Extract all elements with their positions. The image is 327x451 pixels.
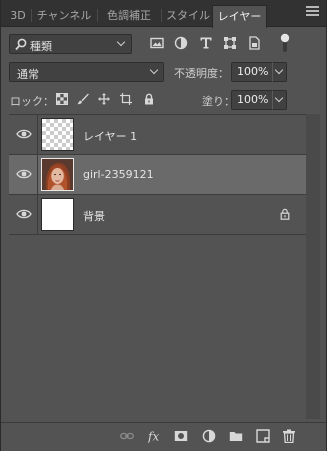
fill-slider-button[interactable]: [272, 90, 287, 110]
visibility-eye-icon[interactable]: [16, 208, 32, 220]
link-layers-icon[interactable]: [120, 429, 134, 443]
chevron-down-icon: [149, 65, 159, 75]
tab-styles[interactable]: スタイル: [163, 6, 213, 27]
delete-layer-icon[interactable]: [282, 429, 296, 443]
layer-row[interactable]: 背景: [9, 195, 306, 234]
layers-panel: 3D チャンネル 色調補正 スタイル レイヤー 種類 通常 不透明度： 100%…: [0, 0, 327, 451]
visibility-eye-icon[interactable]: [16, 128, 32, 140]
layer-name[interactable]: 背景: [83, 208, 105, 224]
divider: [9, 234, 306, 235]
panel-tab-bar: 3D チャンネル 色調補正 スタイル レイヤー: [1, 0, 326, 28]
layers-scrollbar[interactable]: [306, 114, 320, 419]
lock-transparent-pixels-icon[interactable]: [56, 93, 68, 105]
chevron-down-icon: [274, 65, 284, 75]
tab-layers[interactable]: レイヤー: [212, 5, 267, 28]
type-filter-icon[interactable]: [199, 36, 213, 50]
panel-menu-icon[interactable]: [306, 6, 319, 18]
lock-label: ロック：: [10, 95, 54, 108]
blend-mode-select[interactable]: 通常: [9, 62, 164, 82]
divider: [37, 195, 38, 234]
new-adjustment-layer-icon[interactable]: [202, 429, 216, 443]
layers-bottom-toolbar: [1, 422, 326, 451]
filter-toggle-switch[interactable]: [280, 33, 290, 53]
lock-image-pixels-icon[interactable]: [77, 93, 89, 105]
lock-position-icon[interactable]: [98, 93, 110, 105]
fill-input[interactable]: 100%: [231, 90, 273, 110]
new-layer-icon[interactable]: [256, 429, 270, 443]
tab-divider: [161, 9, 162, 22]
layer-row[interactable]: レイヤー 1: [9, 115, 306, 154]
tab-adjustments[interactable]: 色調補正: [100, 6, 158, 27]
shape-filter-icon[interactable]: [223, 36, 237, 50]
opacity-label: 不透明度：: [174, 67, 229, 80]
layer-lock-icon: [280, 208, 290, 220]
search-icon: [15, 38, 27, 51]
new-group-icon[interactable]: [229, 429, 243, 443]
tab-divider: [31, 9, 32, 22]
portrait-photo-thumbnail: [42, 159, 73, 190]
opacity-slider-button[interactable]: [272, 62, 287, 82]
lock-artboard-icon[interactable]: [120, 93, 132, 105]
add-mask-icon[interactable]: [174, 429, 188, 443]
layer-name[interactable]: girl-2359121: [83, 168, 154, 181]
tab-channels[interactable]: チャンネル: [33, 6, 95, 27]
opacity-input[interactable]: 100%: [231, 62, 273, 82]
adjustment-filter-icon[interactable]: [174, 36, 188, 50]
filter-kind-select[interactable]: 種類: [9, 34, 132, 54]
visibility-eye-icon[interactable]: [16, 168, 32, 180]
tab-divider: [97, 9, 98, 22]
pixel-filter-icon[interactable]: [150, 36, 164, 50]
fx-icon[interactable]: fx: [148, 429, 162, 444]
layer-name[interactable]: レイヤー 1: [83, 128, 137, 144]
layer-row-selected[interactable]: girl-2359121: [9, 155, 306, 194]
svg-text:fx: fx: [148, 430, 159, 444]
layer-thumbnail-portrait: [41, 158, 74, 191]
lock-all-icon[interactable]: [143, 93, 155, 105]
filter-kind-label: 種類: [30, 40, 52, 53]
blend-mode-value: 通常: [17, 68, 39, 81]
divider: [37, 155, 38, 194]
chevron-down-icon: [116, 37, 126, 47]
chevron-down-icon: [274, 93, 284, 103]
smart-object-filter-icon[interactable]: [247, 36, 261, 50]
layer-thumbnail-white: [41, 198, 74, 231]
divider: [37, 115, 38, 154]
layer-thumbnail-transparent: [41, 118, 74, 151]
tab-3d[interactable]: 3D: [7, 6, 29, 27]
